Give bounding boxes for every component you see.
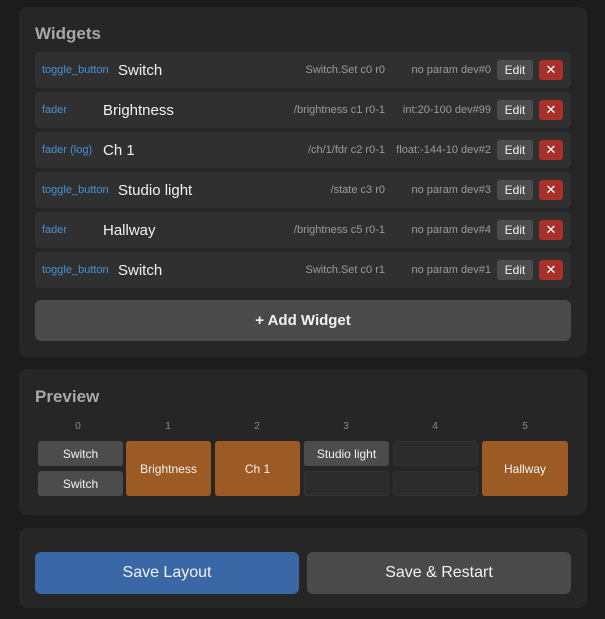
delete-icon[interactable]: ✕ xyxy=(539,260,563,280)
preview-cell-empty xyxy=(393,471,478,496)
widget-type: fader (log) xyxy=(42,144,93,156)
column-number: 0 xyxy=(75,421,81,432)
widget-address: /state c3 r0 xyxy=(330,184,385,196)
delete-icon[interactable]: ✕ xyxy=(539,180,563,200)
column-number: 1 xyxy=(165,421,171,432)
widget-row: fader Brightness /brightness c1 r0-1 int… xyxy=(35,92,571,128)
preview-cell-brightness[interactable]: Brightness xyxy=(126,441,211,496)
preview-cell-studio-light[interactable]: Studio light xyxy=(304,441,389,466)
widget-address: /brightness c5 r0-1 xyxy=(293,224,385,236)
widget-address: Switch.Set c0 r0 xyxy=(305,64,385,76)
delete-icon[interactable]: ✕ xyxy=(539,220,563,240)
edit-button[interactable]: Edit xyxy=(497,180,533,200)
widget-row: fader (log) Ch 1 /ch/1/fdr c2 r0-1 float… xyxy=(35,132,571,168)
widget-param: no param dev#4 xyxy=(411,224,492,236)
widget-type: toggle_button xyxy=(42,184,109,196)
column-number: 4 xyxy=(432,421,438,432)
delete-icon[interactable]: ✕ xyxy=(539,100,563,120)
widget-row: fader Hallway /brightness c5 r0-1 no par… xyxy=(35,212,571,248)
widget-param: no param dev#3 xyxy=(411,184,492,196)
widgets-panel: Widgets toggle_button Switch Switch.Set … xyxy=(19,7,587,357)
widget-address: /brightness c1 r0-1 xyxy=(293,104,385,116)
column-number: 3 xyxy=(343,421,349,432)
widget-type: toggle_button xyxy=(42,264,109,276)
preview-cell-hallway[interactable]: Hallway xyxy=(482,441,568,496)
widget-address: /ch/1/fdr c2 r0-1 xyxy=(307,144,385,156)
widget-name: Studio light xyxy=(118,181,193,199)
widget-address: Switch.Set c0 r1 xyxy=(305,264,385,276)
widget-name: Hallway xyxy=(103,221,156,239)
delete-icon[interactable]: ✕ xyxy=(539,60,563,80)
widgets-title: Widgets xyxy=(35,24,101,43)
widget-list: toggle_button Switch Switch.Set c0 r0 no… xyxy=(35,52,571,292)
edit-button[interactable]: Edit xyxy=(497,260,533,280)
widget-row: toggle_button Switch Switch.Set c0 r1 no… xyxy=(35,252,571,288)
preview-cell-empty xyxy=(393,441,478,466)
widget-param: no param dev#1 xyxy=(411,264,492,276)
widget-name: Ch 1 xyxy=(103,141,135,159)
widget-param: int:20-100 dev#99 xyxy=(402,104,491,116)
widget-param: no param dev#0 xyxy=(411,64,492,76)
widget-name: Brightness xyxy=(103,101,174,119)
widget-type: fader xyxy=(42,224,68,236)
preview-cell-empty xyxy=(304,471,389,496)
widget-name: Switch xyxy=(118,61,163,79)
save-restart-button[interactable]: Save & Restart xyxy=(307,552,571,594)
preview-grid: Switch Switch Brightness Ch 1 Studio lig… xyxy=(35,437,571,497)
preview-panel: Preview 0 1 2 3 4 5 Switch Switch Bright… xyxy=(19,369,587,515)
actions-panel: Save Layout Save & Restart xyxy=(19,528,587,608)
preview-column-headers: 0 1 2 3 4 5 xyxy=(35,421,571,433)
preview-title: Preview xyxy=(35,387,100,406)
edit-button[interactable]: Edit xyxy=(497,140,533,160)
column-number: 2 xyxy=(254,421,260,432)
edit-button[interactable]: Edit xyxy=(497,100,533,120)
widget-type: toggle_button xyxy=(42,64,109,76)
column-number: 5 xyxy=(522,421,528,432)
delete-icon[interactable]: ✕ xyxy=(539,140,563,160)
preview-cell-switch[interactable]: Switch xyxy=(38,471,123,496)
add-widget-button[interactable]: + Add Widget xyxy=(35,300,571,341)
edit-button[interactable]: Edit xyxy=(497,220,533,240)
save-layout-button[interactable]: Save Layout xyxy=(35,552,299,594)
widget-row: toggle_button Switch Switch.Set c0 r0 no… xyxy=(35,52,571,88)
preview-cell-switch[interactable]: Switch xyxy=(38,441,123,466)
widget-param: float:-144-10 dev#2 xyxy=(396,144,491,156)
widget-type: fader xyxy=(42,104,68,116)
widget-row: toggle_button Studio light /state c3 r0 … xyxy=(35,172,571,208)
preview-cell-ch1[interactable]: Ch 1 xyxy=(215,441,300,496)
edit-button[interactable]: Edit xyxy=(497,60,533,80)
widget-name: Switch xyxy=(118,261,163,279)
